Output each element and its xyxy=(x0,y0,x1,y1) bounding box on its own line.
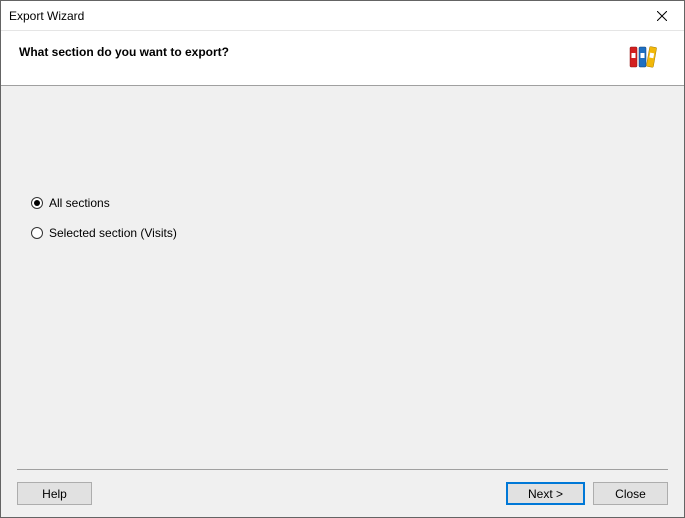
binders-icon xyxy=(628,45,660,69)
window-title: Export Wizard xyxy=(9,9,84,23)
radio-label-selected: Selected section (Visits) xyxy=(49,226,177,240)
window-close-button[interactable] xyxy=(639,1,684,30)
radio-selected-section[interactable]: Selected section (Visits) xyxy=(31,226,684,240)
wizard-header: What section do you want to export? xyxy=(1,31,684,86)
wizard-question: What section do you want to export? xyxy=(19,45,229,59)
titlebar: Export Wizard xyxy=(1,1,684,31)
close-button[interactable]: Close xyxy=(593,482,668,505)
wizard-content: All sections Selected section (Visits) xyxy=(1,86,684,469)
wizard-footer-wrap: Help Next > Close xyxy=(1,469,684,517)
wizard-footer: Help Next > Close xyxy=(17,469,668,517)
radio-icon xyxy=(31,227,43,239)
close-icon xyxy=(657,11,667,21)
help-button[interactable]: Help xyxy=(17,482,92,505)
radio-all-sections[interactable]: All sections xyxy=(31,196,684,210)
radio-icon xyxy=(31,197,43,209)
next-button[interactable]: Next > xyxy=(506,482,585,505)
radio-label-all: All sections xyxy=(49,196,110,210)
